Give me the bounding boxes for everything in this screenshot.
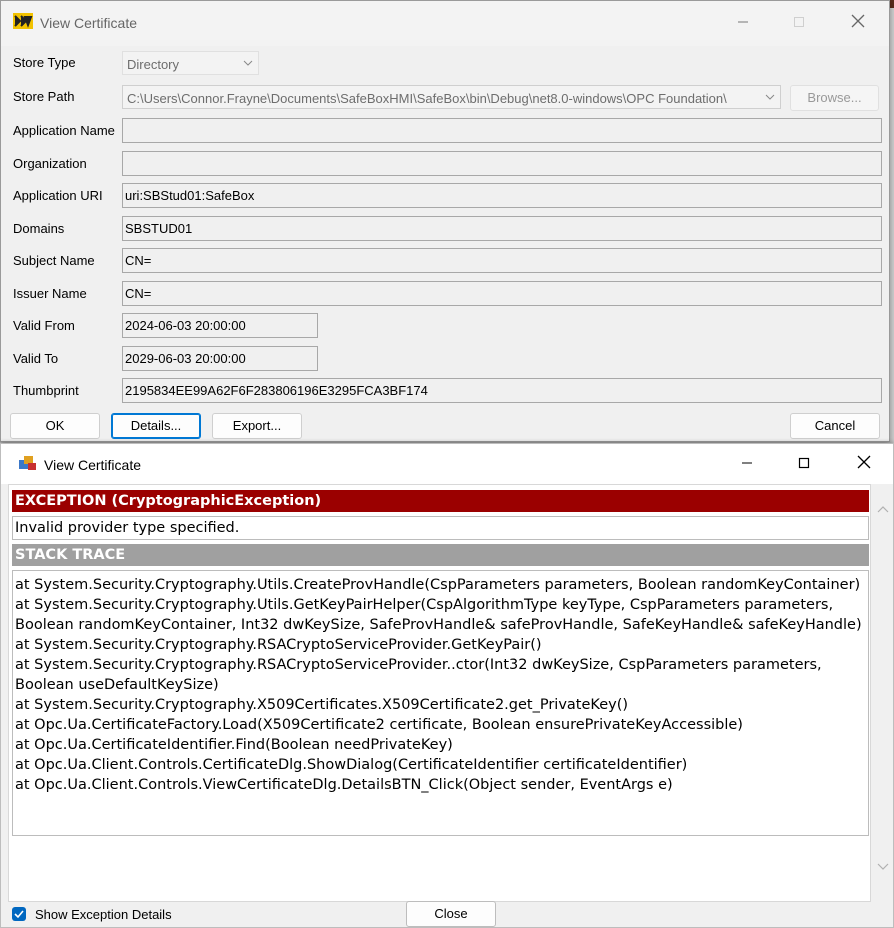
organization-field[interactable] — [122, 151, 882, 176]
minimize-button[interactable] — [728, 11, 758, 37]
valid-to-label: Valid To — [13, 351, 59, 366]
checkmark-icon — [14, 910, 24, 919]
export-button[interactable]: Export... — [212, 413, 302, 439]
stack-trace-line: at System.Security.Cryptography.Utils.Cr… — [15, 577, 861, 593]
certificate-window-title: View Certificate — [40, 15, 138, 31]
maximize-button — [784, 11, 814, 37]
organization-label: Organization — [13, 156, 87, 171]
application-name-field[interactable] — [122, 118, 882, 143]
maximize-icon — [794, 17, 804, 27]
stack-trace-line: at System.Security.Cryptography.Utils.Ge… — [15, 597, 862, 633]
minimize-button[interactable] — [732, 452, 762, 478]
browse-button[interactable]: Browse... — [790, 85, 879, 111]
minimize-icon — [738, 21, 748, 23]
valid-from-field[interactable]: 2024-06-03 20:00:00 — [122, 313, 318, 338]
stack-trace-line: at Opc.Ua.Client.Controls.ViewCertificat… — [15, 777, 673, 793]
cancel-button[interactable]: Cancel — [790, 413, 880, 439]
store-path-value: C:\Users\Connor.Frayne\Documents\SafeBox… — [127, 91, 727, 106]
details-button[interactable]: Details... — [111, 413, 201, 439]
app-icon — [19, 456, 36, 470]
exception-message: Invalid provider type specified. — [12, 516, 869, 540]
subject-name-field[interactable]: CN= — [122, 248, 882, 273]
store-path-combo[interactable]: C:\Users\Connor.Frayne\Documents\SafeBox… — [122, 85, 781, 109]
app-icon — [13, 13, 33, 29]
close-icon — [851, 14, 865, 28]
show-exception-details-label[interactable]: Show Exception Details — [35, 907, 172, 922]
certificate-title-bar[interactable]: View Certificate — [1, 1, 889, 46]
certificate-window: View Certificate Store Type Directory St… — [0, 0, 890, 442]
ok-button[interactable]: OK — [10, 413, 100, 439]
close-dialog-button[interactable]: Close — [406, 901, 496, 927]
exception-title-bar[interactable]: View Certificate — [1, 444, 893, 484]
exception-header: EXCEPTION (CryptographicException) — [12, 490, 869, 512]
application-uri-field[interactable]: uri:SBStud01:SafeBox — [122, 183, 882, 208]
store-type-select[interactable]: Directory — [122, 51, 259, 75]
show-exception-details-checkbox[interactable] — [12, 907, 26, 921]
issuer-name-label: Issuer Name — [13, 286, 87, 301]
maximize-icon — [798, 457, 810, 469]
thumbprint-label: Thumbprint — [13, 383, 79, 398]
minimize-icon — [742, 462, 752, 464]
valid-to-field[interactable]: 2029-06-03 20:00:00 — [122, 346, 318, 371]
vertical-scrollbar[interactable] — [873, 484, 893, 902]
application-uri-label: Application URI — [13, 188, 103, 203]
store-type-value: Directory — [127, 57, 180, 72]
store-path-label: Store Path — [13, 89, 75, 104]
domains-label: Domains — [13, 221, 65, 236]
close-button[interactable] — [849, 452, 879, 478]
chevron-down-icon — [765, 92, 775, 102]
stack-trace-line: at Opc.Ua.CertificateFactory.Load(X509Ce… — [15, 717, 743, 733]
chevron-down-icon[interactable] — [876, 862, 890, 872]
exception-content: EXCEPTION (CryptographicException) Inval… — [8, 484, 871, 902]
domains-field[interactable]: SBSTUD01 — [122, 216, 882, 241]
issuer-name-field[interactable]: CN= — [122, 281, 882, 306]
stack-trace-line: at System.Security.Cryptography.RSACrypt… — [15, 637, 542, 653]
stack-trace-header: STACK TRACE — [12, 544, 869, 566]
exception-window: View Certificate EXCEPTION (Cryptographi… — [0, 443, 894, 928]
chevron-up-icon[interactable] — [876, 504, 890, 514]
close-icon — [857, 455, 871, 469]
application-name-label: Application Name — [13, 123, 115, 138]
stack-trace-line: at Opc.Ua.CertificateIdentifier.Find(Boo… — [15, 737, 453, 753]
exception-window-title: View Certificate — [44, 457, 142, 473]
thumbprint-field[interactable]: 2195834EE99A62F6F283806196E3295FCA3BF174 — [122, 378, 882, 403]
stack-trace-line: at System.Security.Cryptography.RSACrypt… — [15, 657, 827, 693]
close-button[interactable] — [843, 11, 873, 37]
store-type-label: Store Type — [13, 55, 76, 70]
subject-name-label: Subject Name — [13, 253, 95, 268]
stack-trace-box: at System.Security.Cryptography.Utils.Cr… — [12, 570, 869, 836]
maximize-button[interactable] — [789, 452, 819, 478]
chevron-down-icon — [243, 60, 253, 66]
stack-trace-line: at Opc.Ua.Client.Controls.CertificateDlg… — [15, 757, 688, 773]
stack-trace-line: at System.Security.Cryptography.X509Cert… — [15, 697, 629, 713]
valid-from-label: Valid From — [13, 318, 75, 333]
